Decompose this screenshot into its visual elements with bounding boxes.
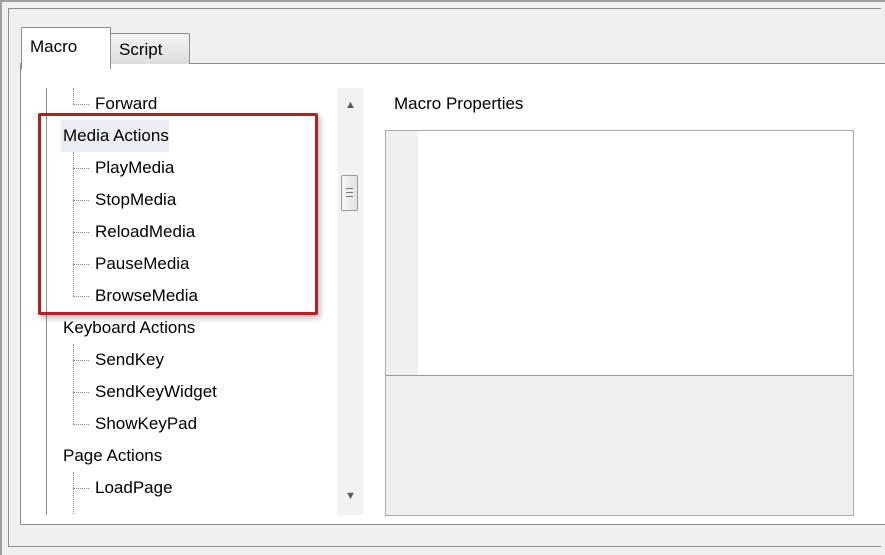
tree-guide-line [73,472,74,515]
tab-macro-label: Macro [30,37,78,56]
tree-vertical-scrollbar[interactable]: ▲ ▼ [337,88,363,515]
scroll-up-icon[interactable]: ▲ [338,94,363,116]
thumb-grip-line [346,196,353,197]
tab-macro[interactable]: Macro [21,27,111,69]
tree-item-label: LoadPage [95,478,173,497]
property-grid-area[interactable] [418,131,853,375]
tree-category-keyboard-actions[interactable]: Keyboard Actions [61,312,195,344]
media-actions-highlight-box [38,113,318,315]
tree-connector [73,424,89,425]
tree-item-label: SendKey [95,350,164,369]
macro-properties-title: Macro Properties [394,94,524,113]
macro-properties-grid[interactable] [385,130,854,516]
scroll-down-icon[interactable]: ▼ [338,485,363,507]
thumb-grip-line [346,188,353,189]
property-description-pane [386,375,853,515]
tab-script[interactable]: Script [110,33,190,64]
thumb-grip-line [346,192,353,193]
scrollbar-thumb[interactable] [341,175,358,211]
tab-script-label: Script [119,40,163,59]
property-grid-gutter [386,131,418,375]
tree-connector [73,488,89,489]
tree-guide-line [73,344,74,424]
tree-connector [73,360,89,361]
tree-category-page-actions[interactable]: Page Actions [61,440,162,472]
tree-guide-line [73,88,74,104]
tree-connector [73,392,89,393]
tree-connector [73,104,89,105]
tree-category-label: Page Actions [63,446,163,465]
tree-item-label: SendKeyWidget [95,382,217,401]
tree-category-label: Keyboard Actions [63,318,196,337]
tree-item-label: ShowKeyPad [95,414,198,433]
